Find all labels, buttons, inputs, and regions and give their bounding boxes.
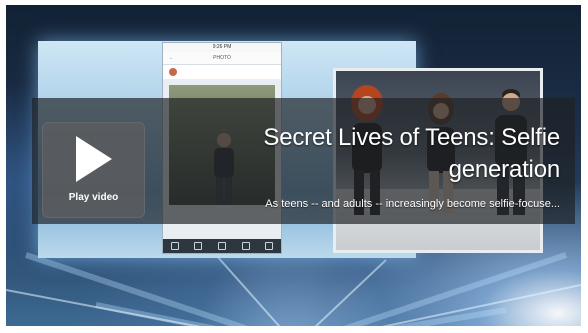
profile-icon: [265, 242, 274, 250]
phone-header: ← PHOTO: [163, 52, 281, 65]
back-arrow-icon: ←: [169, 55, 174, 61]
video-description: As teens -- and adults -- increasingly b…: [265, 198, 560, 210]
phone-status-bar: 9:26 PM: [163, 43, 281, 52]
explore-icon: [194, 242, 203, 250]
home-icon: [170, 242, 179, 250]
video-title[interactable]: Secret Lives of Teens: Selfie generation: [180, 122, 560, 186]
camera-icon: [217, 242, 226, 250]
play-icon: [76, 136, 112, 182]
play-video-label: Play video: [68, 192, 119, 203]
phone-header-title: PHOTO: [213, 55, 231, 61]
phone-tab-bar: [163, 239, 281, 253]
phone-user-row: [163, 65, 281, 79]
play-video-button[interactable]: Play video: [42, 122, 145, 218]
activity-icon: [241, 242, 250, 250]
